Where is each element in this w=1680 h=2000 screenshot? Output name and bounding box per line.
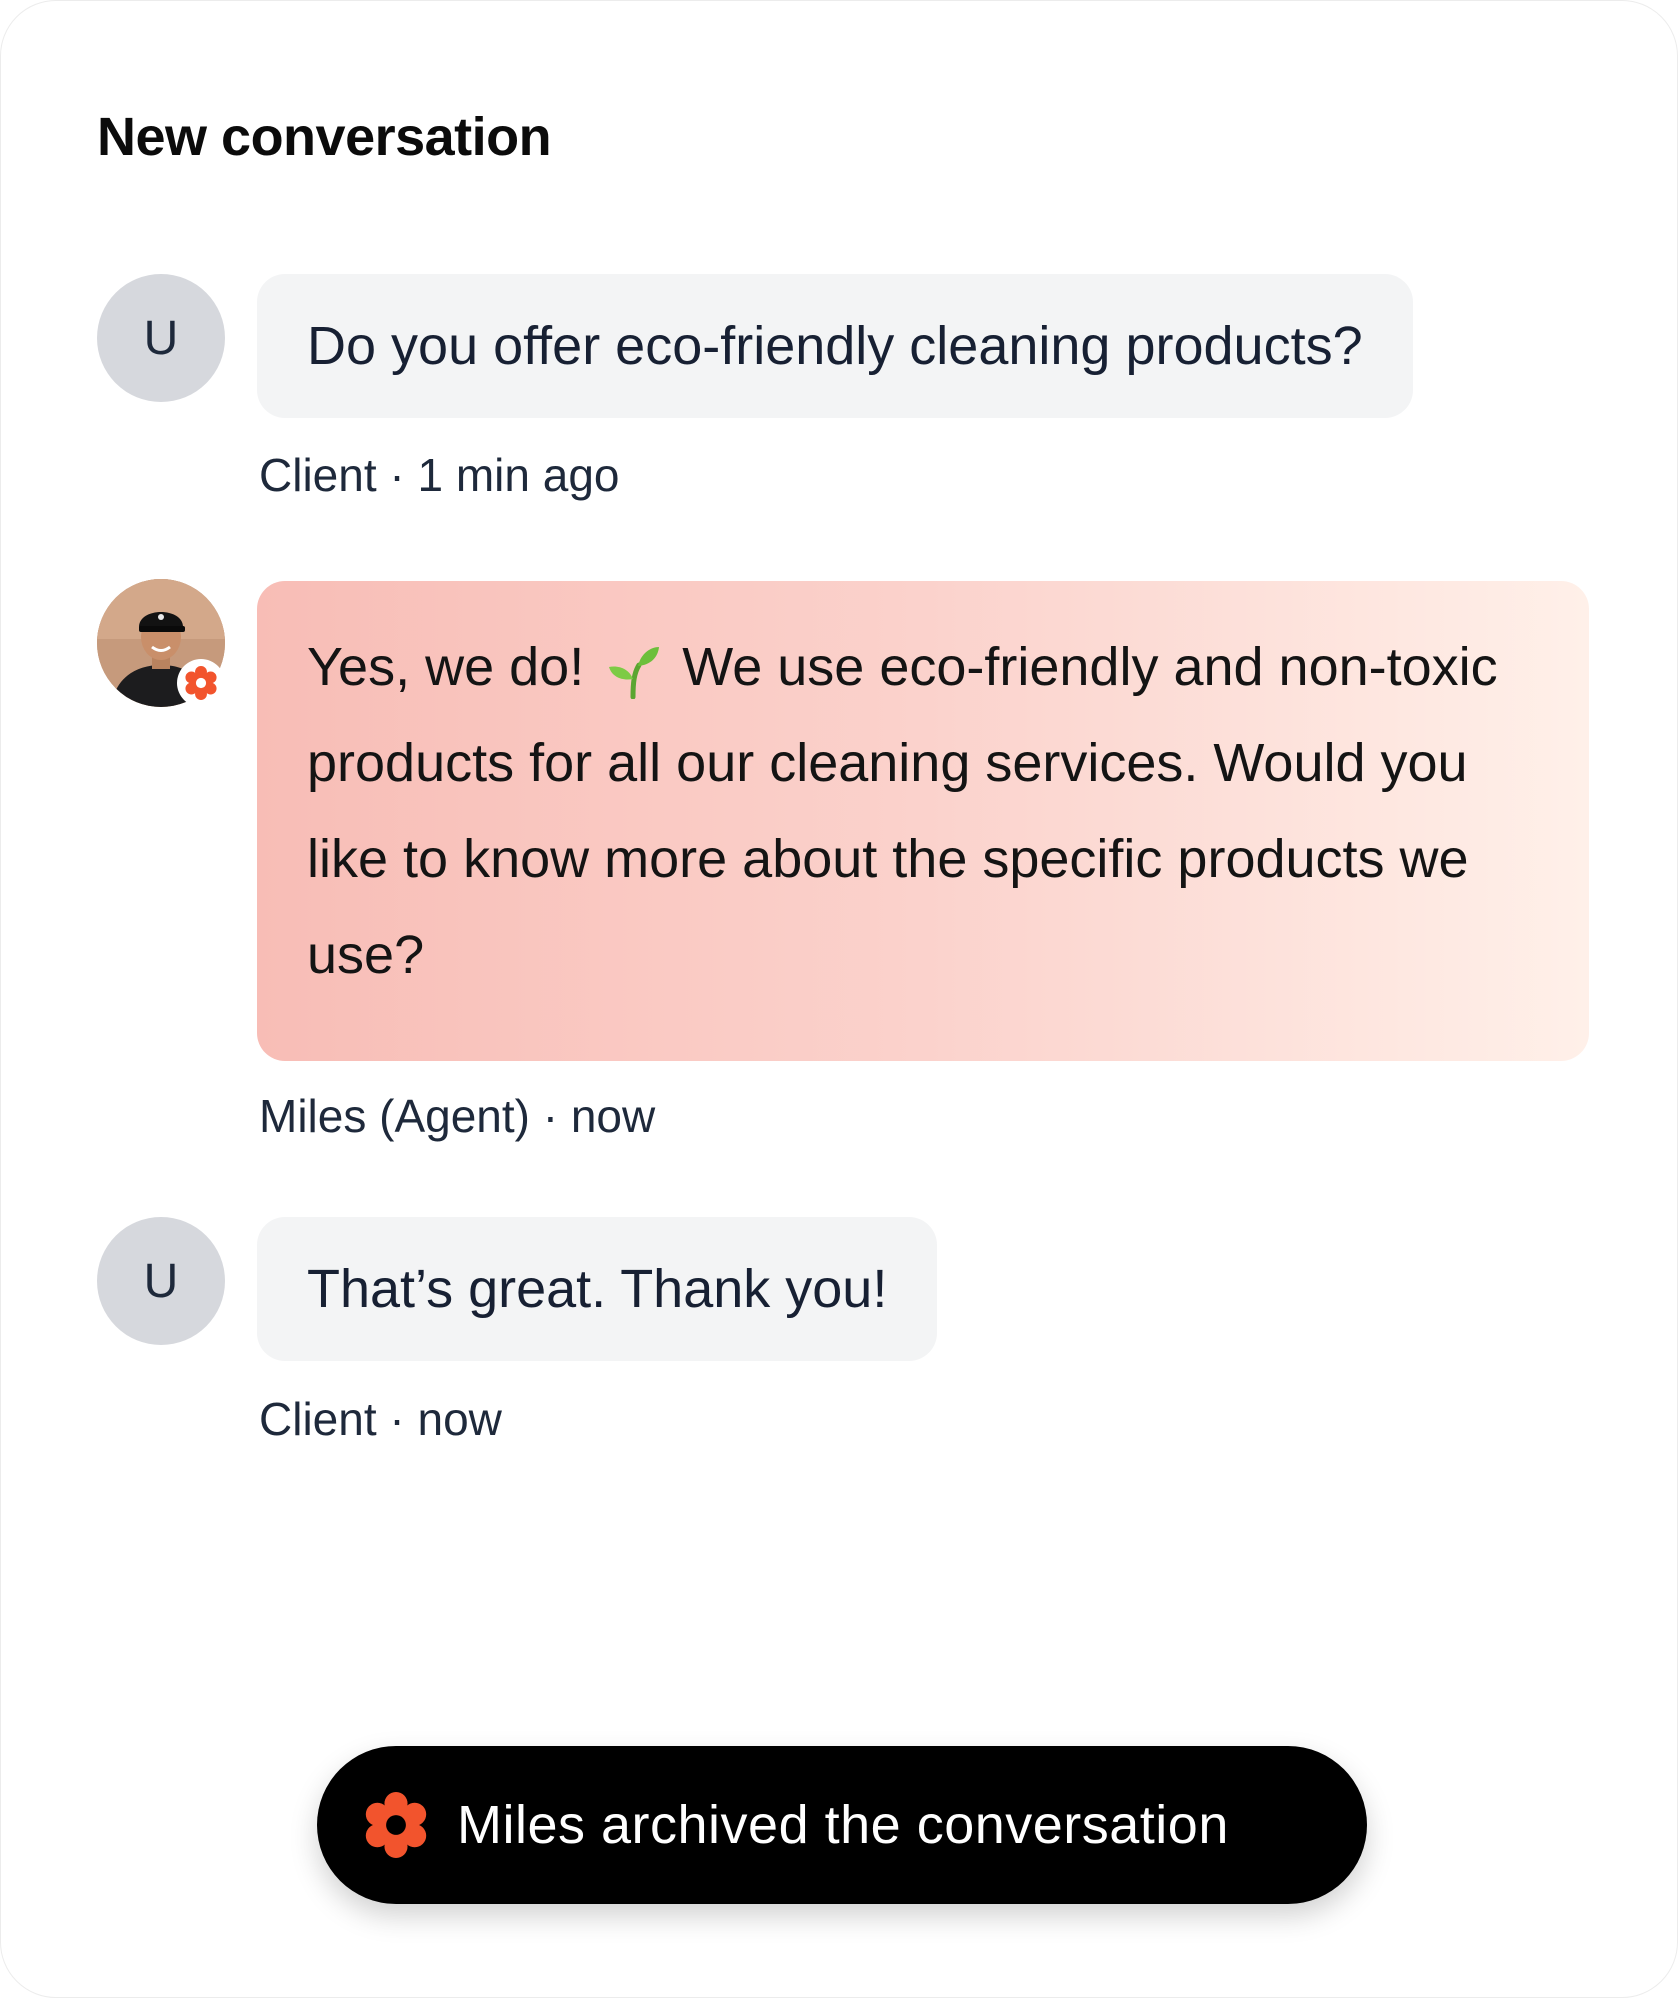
seedling-icon — [609, 646, 660, 699]
conversation-card: New conversation U Do you offer eco-frie… — [0, 0, 1678, 1998]
message-text: Do you offer eco-friendly cleaning produ… — [307, 316, 1363, 376]
message-text-part1: Yes, we do! — [307, 637, 585, 697]
message-text: That’s great. Thank you! — [307, 1259, 888, 1319]
archived-toast: Miles archived the conversation — [317, 1746, 1367, 1904]
brand-flower-icon — [361, 1790, 431, 1860]
message-bubble-agent: Yes, we do! We use eco-friendly and non-… — [257, 581, 1589, 1061]
client-avatar: U — [97, 1217, 225, 1345]
message-meta: Miles (Agent) · now — [259, 1090, 656, 1142]
message-bubble-client: That’s great. Thank you! — [257, 1217, 938, 1361]
message-bubble-client: Do you offer eco-friendly cleaning produ… — [257, 274, 1413, 418]
avatar-initial: U — [143, 1254, 179, 1308]
agent-avatar — [97, 579, 225, 707]
agent-badge — [177, 659, 225, 707]
client-avatar: U — [97, 274, 225, 402]
page-title: New conversation — [97, 107, 552, 167]
avatar-initial: U — [143, 311, 179, 365]
message-meta: Client · now — [259, 1393, 502, 1445]
brand-flower-icon — [185, 666, 217, 700]
message-meta: Client · 1 min ago — [259, 449, 620, 501]
toast-text: Miles archived the conversation — [457, 1795, 1229, 1855]
